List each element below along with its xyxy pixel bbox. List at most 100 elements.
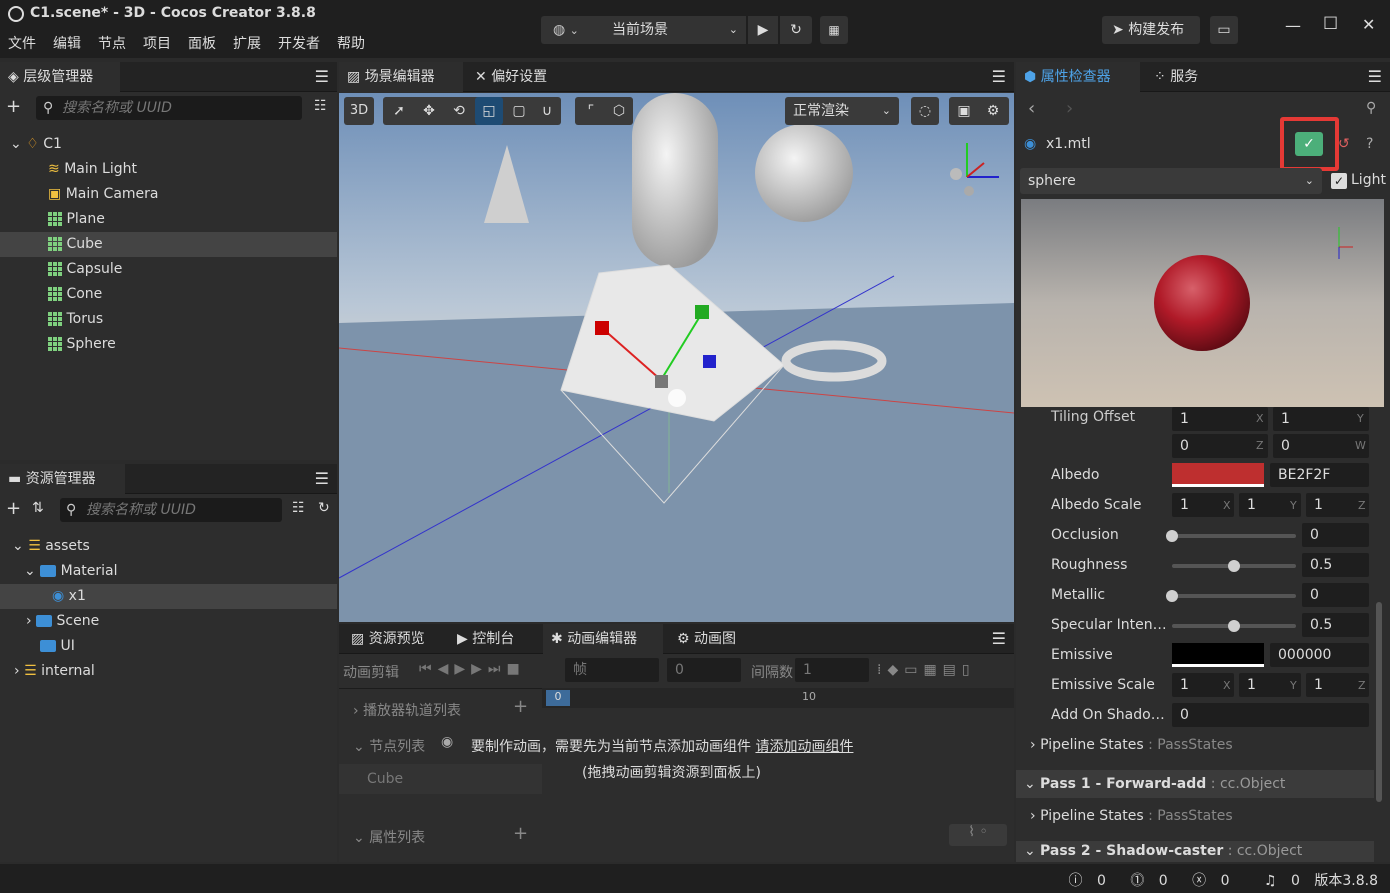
add-track-button[interactable]: +: [513, 696, 528, 717]
panel-menu-icon[interactable]: ☰: [1368, 67, 1382, 86]
emissive-color-swatch[interactable]: [1172, 643, 1264, 667]
revert-icon[interactable]: ↺: [1338, 136, 1350, 152]
menu-extension[interactable]: 扩展: [233, 36, 261, 52]
local-global-button[interactable]: ⬡: [605, 97, 633, 125]
tree-item-main-light[interactable]: ≋ Main Light: [48, 157, 137, 182]
tiling-x[interactable]: 1: [1172, 407, 1268, 431]
tree-item-sphere[interactable]: Sphere: [48, 332, 116, 357]
tab-inspector[interactable]: ⬢ 属性检查器: [1016, 62, 1140, 92]
roughness-knob[interactable]: [1228, 560, 1240, 572]
panel-menu-icon[interactable]: ☰: [315, 67, 329, 86]
offset-x[interactable]: 0: [1172, 434, 1268, 458]
add-on-shadow-input[interactable]: 0: [1172, 703, 1369, 727]
rect-tool-button[interactable]: ▢: [505, 97, 533, 125]
specular-input[interactable]: 0.5: [1302, 613, 1369, 637]
tree-item-assets[interactable]: ⌄ ☰ assets: [12, 534, 90, 559]
back-icon[interactable]: ‹: [1028, 98, 1035, 119]
minimize-button[interactable]: —: [1285, 16, 1301, 35]
pass2-section[interactable]: ⌄ Pass 2 - Shadow-caster : cc.Object: [1016, 841, 1374, 862]
tab-scene-editor[interactable]: ▨ 场景编辑器: [339, 62, 463, 92]
panel-menu-icon[interactable]: ☰: [315, 469, 329, 488]
emissive-hex-input[interactable]: 000000: [1270, 643, 1369, 667]
error-count[interactable]: ⓧ 0: [1182, 873, 1229, 889]
preview-mesh-select[interactable]: sphere ⌄: [1020, 168, 1322, 194]
tab-console[interactable]: ▶ 控制台: [449, 624, 541, 654]
build-button[interactable]: ➤ 构建发布: [1102, 16, 1200, 44]
ruler-playhead[interactable]: 0: [546, 690, 570, 706]
tab-animation-graph[interactable]: ⚙ 动画图: [669, 624, 749, 654]
albedo-hex-input[interactable]: BE2F2F: [1270, 463, 1369, 487]
filter-icon[interactable]: ☷: [292, 500, 305, 516]
scene-viewport[interactable]: [339, 93, 1014, 622]
render-mode-select[interactable]: 正常渲染 ⌄: [785, 97, 899, 125]
forward-icon[interactable]: ›: [1066, 98, 1073, 119]
specular-knob[interactable]: [1228, 620, 1240, 632]
camera-settings-button[interactable]: ▣: [950, 97, 978, 125]
select-tool-button[interactable]: ➚: [385, 97, 413, 125]
eye-icon[interactable]: ◉: [441, 734, 453, 750]
tree-root-c1[interactable]: ⌄ ♢ C1: [10, 132, 62, 157]
close-button[interactable]: ✕: [1362, 15, 1375, 34]
capsule-object[interactable]: [632, 93, 718, 268]
add-node-button[interactable]: +: [6, 96, 21, 117]
playback-controls[interactable]: ⏮◀▶▶⏭■: [419, 661, 526, 677]
lighting-toggle[interactable]: ◌: [911, 97, 939, 125]
panel-menu-icon[interactable]: ☰: [992, 67, 1006, 86]
open-folder-button[interactable]: ▭: [1210, 16, 1238, 44]
gizmo-center-handle[interactable]: [655, 375, 668, 388]
add-property-button[interactable]: +: [513, 823, 528, 844]
timeline-toolbar[interactable]: ⁞◆▭▦▤▯: [877, 662, 976, 678]
frame-input[interactable]: 0: [667, 658, 741, 682]
tree-item-x1[interactable]: ◉ x1: [52, 584, 86, 609]
metallic-knob[interactable]: [1166, 590, 1178, 602]
menu-developer[interactable]: 开发者: [278, 36, 320, 52]
tree-item-material[interactable]: ⌄ Material: [24, 559, 118, 584]
assets-search-input[interactable]: ⚲ 搜索名称或 UUID: [60, 498, 282, 522]
panel-menu-icon[interactable]: ☰: [992, 629, 1006, 648]
tree-item-cube[interactable]: Cube: [48, 232, 103, 257]
node-row-cube[interactable]: Cube: [339, 764, 542, 794]
gizmo-z-handle[interactable]: [703, 355, 716, 368]
snap-tool-button[interactable]: ∪: [533, 97, 561, 125]
tab-service[interactable]: ⁘ 服务: [1146, 62, 1216, 92]
apply-button[interactable]: ✓: [1295, 132, 1323, 156]
timeline-ruler[interactable]: 0 10: [542, 688, 1014, 708]
mode-3d-button[interactable]: 3D: [344, 97, 374, 125]
albedo-color-swatch[interactable]: [1172, 463, 1264, 487]
metallic-slider[interactable]: [1172, 594, 1296, 598]
menu-file[interactable]: 文件: [8, 36, 36, 52]
rotate-tool-button[interactable]: ⟲: [445, 97, 473, 125]
move-tool-button[interactable]: ✥: [415, 97, 443, 125]
menu-edit[interactable]: 编辑: [53, 36, 81, 52]
tab-asset-preview[interactable]: ▨ 资源预览: [343, 624, 447, 654]
roughness-input[interactable]: 0.5: [1302, 553, 1369, 577]
play-button[interactable]: ▶: [748, 16, 778, 44]
tab-animation-editor[interactable]: ✱ 动画编辑器: [543, 624, 663, 654]
tab-preferences[interactable]: ✕ 偏好设置: [467, 62, 571, 92]
info-count[interactable]: ⓘ 0: [1059, 873, 1106, 889]
occlusion-input[interactable]: 0: [1302, 523, 1369, 547]
light-checkbox[interactable]: ✓: [1331, 173, 1347, 189]
tree-item-ui[interactable]: UI: [40, 634, 75, 659]
sphere-object[interactable]: [755, 124, 853, 222]
occlusion-slider[interactable]: [1172, 534, 1296, 538]
pivot-button[interactable]: ⌜: [577, 97, 605, 125]
occlusion-knob[interactable]: [1166, 530, 1178, 542]
gear-button[interactable]: ⚙: [979, 97, 1007, 125]
tree-item-capsule[interactable]: Capsule: [48, 257, 122, 282]
add-asset-button[interactable]: +: [6, 498, 21, 519]
scale-tool-button[interactable]: ◱: [475, 97, 503, 125]
scene-select[interactable]: 当前场景 ⌄: [604, 16, 746, 44]
platform-dropdown[interactable]: ◍ ⌄: [541, 16, 604, 44]
metallic-input[interactable]: 0: [1302, 583, 1369, 607]
menu-panel[interactable]: 面板: [188, 36, 216, 52]
refresh-icon[interactable]: ↻: [318, 500, 330, 516]
tree-item-scene[interactable]: › Scene: [26, 609, 99, 634]
sort-icon[interactable]: ⇅: [32, 500, 44, 516]
sort-icon[interactable]: ☷: [314, 98, 327, 114]
notice-count[interactable]: ♫ 0: [1254, 873, 1300, 889]
pass1-section[interactable]: ⌄ Pass 1 - Forward-add : cc.Object: [1016, 770, 1374, 798]
gizmo-x-handle[interactable]: [595, 321, 609, 335]
pipeline-states-row[interactable]: › Pipeline States : PassStates: [1030, 737, 1233, 753]
tab-hierarchy[interactable]: ◈ 层级管理器: [0, 62, 120, 92]
